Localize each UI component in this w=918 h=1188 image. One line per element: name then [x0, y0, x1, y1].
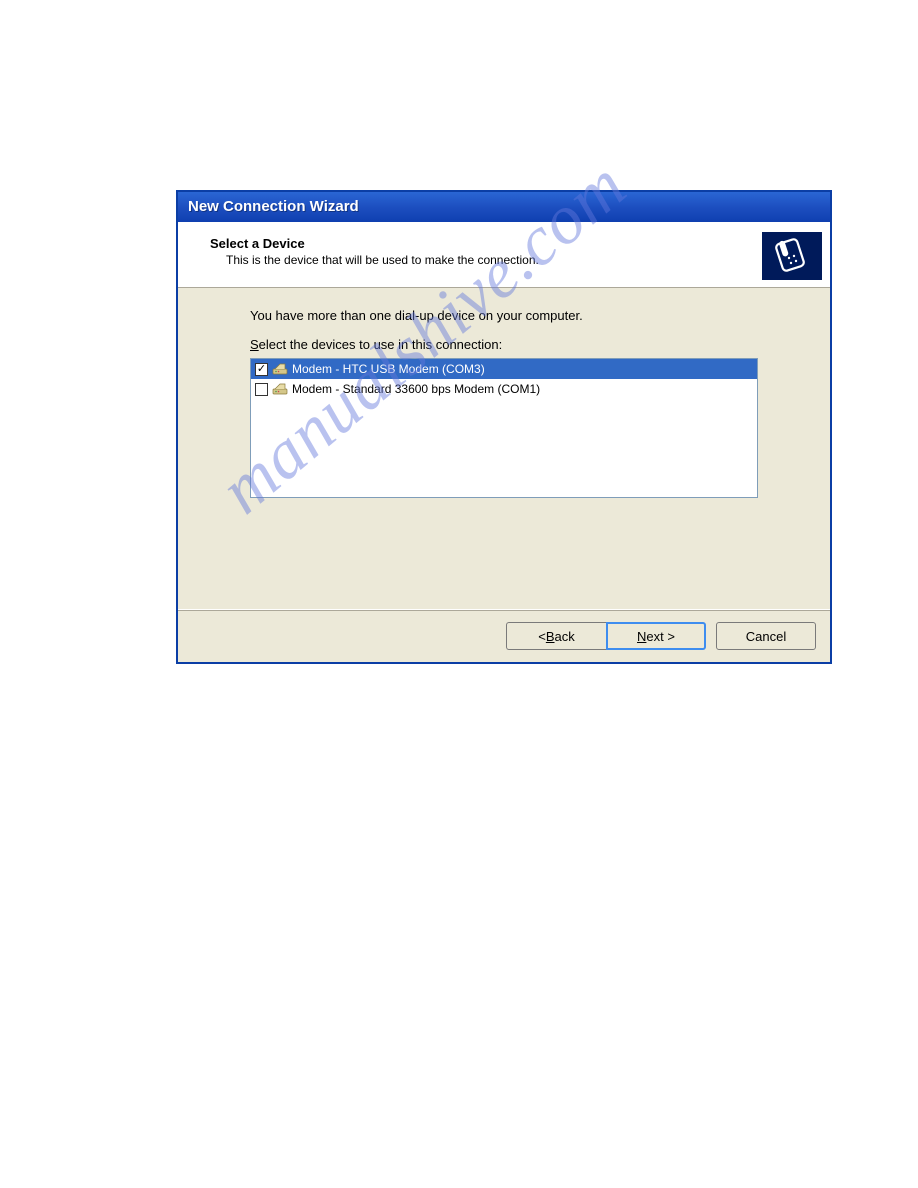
header-title: Select a Device [210, 236, 539, 251]
device-label: Modem - Standard 33600 bps Modem (COM1) [292, 382, 540, 396]
device-checkbox[interactable] [255, 383, 268, 396]
instruction-text-1: You have more than one dial-up device on… [250, 308, 758, 323]
back-button[interactable]: < Back [506, 622, 606, 650]
device-list-item[interactable]: ✓ Modem - HTC USB Modem (COM3) [251, 359, 757, 379]
cancel-button[interactable]: Cancel [716, 622, 816, 650]
modem-icon [272, 361, 288, 377]
dialog-content: You have more than one dial-up device on… [178, 288, 830, 609]
window-title: New Connection Wizard [188, 198, 359, 215]
next-button[interactable]: Next > [606, 622, 706, 650]
nav-button-group: < Back Next > [506, 622, 706, 650]
header-text: Select a Device This is the device that … [210, 232, 539, 267]
modem-icon [272, 381, 288, 397]
phone-icon [762, 232, 822, 280]
dialog-footer: < Back Next > Cancel [178, 609, 830, 662]
device-list-item[interactable]: Modem - Standard 33600 bps Modem (COM1) [251, 379, 757, 399]
dialog-header: Select a Device This is the device that … [178, 222, 830, 288]
instruction-text-2: Select the devices to use in this connec… [250, 337, 758, 352]
device-checkbox[interactable]: ✓ [255, 363, 268, 376]
header-subtitle: This is the device that will be used to … [210, 253, 539, 267]
titlebar: New Connection Wizard [178, 192, 830, 222]
device-label: Modem - HTC USB Modem (COM3) [292, 362, 485, 376]
device-listbox[interactable]: ✓ Modem - HTC USB Modem (COM3) Modem - Sta… [250, 358, 758, 498]
wizard-dialog: New Connection Wizard Select a Device Th… [176, 190, 832, 664]
